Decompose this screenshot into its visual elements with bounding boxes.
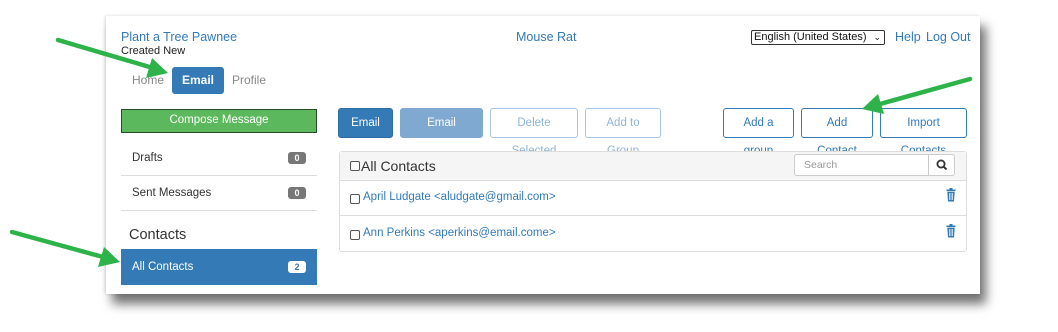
add-group-button[interactable]: Add a group xyxy=(723,108,794,157)
sent-count-badge: 0 xyxy=(288,187,306,199)
email-all-button[interactable]: Email All xyxy=(338,108,393,157)
contacts-heading: Contacts xyxy=(129,227,187,243)
import-contacts-button[interactable]: Import Contacts xyxy=(880,108,967,157)
contacts-panel-title: All Contacts xyxy=(361,158,436,174)
screenshot-frame: Plant a Tree Pawnee Created New Mouse Ra… xyxy=(106,16,980,294)
sidebar-item-drafts[interactable]: Drafts 0 xyxy=(121,141,317,176)
contact-link[interactable]: Ann Perkins <aperkins@email.come> xyxy=(363,227,556,239)
search-button[interactable] xyxy=(928,154,954,176)
tab-email[interactable]: Email xyxy=(172,67,225,94)
add-contact-button[interactable]: Add Contact xyxy=(801,108,873,157)
group-title-link[interactable]: Mouse Rat xyxy=(516,30,576,44)
tab-home[interactable]: Home xyxy=(122,67,174,94)
contact-row[interactable]: Ann Perkins <aperkins@email.come> xyxy=(340,216,966,252)
email-selected-button[interactable]: Email Selected xyxy=(400,108,483,157)
sidebar-item-label: Drafts xyxy=(132,152,163,164)
contact-checkbox[interactable] xyxy=(350,194,360,204)
all-contacts-count-badge: 2 xyxy=(288,261,306,273)
add-to-group-button[interactable]: Add to Group xyxy=(585,108,661,157)
search-input[interactable]: Search xyxy=(794,154,955,176)
search-placeholder: Search xyxy=(804,159,838,171)
language-select-value: English (United States) xyxy=(754,31,867,43)
sidebar-item-sent[interactable]: Sent Messages 0 xyxy=(121,176,317,211)
search-icon xyxy=(936,159,948,171)
contact-row[interactable]: April Ludgate <aludgate@gmail.com> xyxy=(340,180,966,216)
compose-message-button[interactable]: Compose Message xyxy=(121,109,317,133)
delete-selected-button[interactable]: Delete Selected xyxy=(490,108,578,157)
drafts-count-badge: 0 xyxy=(288,152,306,164)
chevron-down-icon: ⌄ xyxy=(873,32,881,42)
sidebar-item-label: Sent Messages xyxy=(132,187,212,199)
trash-icon[interactable] xyxy=(946,224,956,238)
help-link[interactable]: Help xyxy=(895,30,921,44)
sidebar-item-all-contacts[interactable]: All Contacts 2 xyxy=(121,249,317,285)
site-title-link[interactable]: Plant a Tree Pawnee xyxy=(121,30,237,44)
arrow-to-all-contacts-icon xyxy=(9,229,120,267)
tab-profile[interactable]: Profile xyxy=(222,67,276,94)
sidebar-item-label: All Contacts xyxy=(132,261,194,273)
contact-link[interactable]: April Ludgate <aludgate@gmail.com> xyxy=(363,191,556,203)
trash-icon[interactable] xyxy=(946,188,956,202)
contacts-panel: All Contacts Search April Ludgate <aludg… xyxy=(339,151,967,252)
select-all-checkbox[interactable] xyxy=(350,161,360,171)
language-select[interactable]: English (United States) ⌄ xyxy=(751,30,885,45)
created-status: Created New xyxy=(121,45,186,57)
contact-checkbox[interactable] xyxy=(350,230,360,240)
logout-link[interactable]: Log Out xyxy=(926,30,970,44)
contacts-panel-header: All Contacts Search xyxy=(340,152,966,181)
